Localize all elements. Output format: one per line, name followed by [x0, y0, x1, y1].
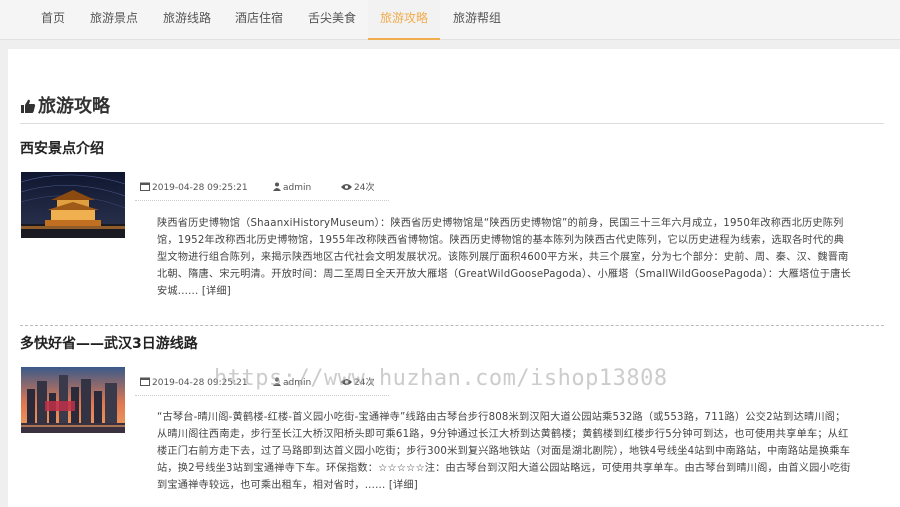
wuhan-skyline-image: [21, 367, 125, 433]
section-divider: [20, 123, 884, 124]
meta-divider: [135, 200, 389, 201]
read-more-link[interactable]: [详细]: [202, 286, 231, 297]
article-summary-text: 陕西省历史博物馆（ShaanxiHistoryMuseum）：陕西省历史博物馆是…: [157, 218, 852, 297]
thumbs-up-icon: [21, 99, 36, 113]
watermark: https://www.huzhan.com/ishop13808: [214, 366, 668, 391]
meta-divider: [135, 395, 389, 396]
nav-item-food[interactable]: 舌尖美食: [300, 0, 364, 40]
article-title[interactable]: 西安景点介绍: [20, 138, 104, 158]
xian-drum-tower-image: [21, 172, 125, 238]
nav-item-hotels[interactable]: 酒店住宿: [227, 0, 291, 40]
nav-item-travel-guides[interactable]: 旅游攻略: [368, 0, 440, 40]
calendar-icon: [140, 377, 150, 386]
nav-item-scenic-spots[interactable]: 旅游景点: [82, 0, 146, 40]
article-summary-text: “古琴台-晴川阁-黄鹤楼-红楼-首义园小吃街-宝通禅寺”线路由古琴台步行808米…: [157, 412, 851, 491]
eye-icon: [341, 184, 352, 190]
article-summary: 陕西省历史博物馆（ShaanxiHistoryMuseum）：陕西省历史博物馆是…: [157, 215, 854, 300]
top-nav: 首页 旅游景点 旅游线路 酒店住宿 舌尖美食 旅游攻略 旅游帮组: [0, 0, 900, 40]
calendar-icon: [140, 182, 150, 191]
post-views: 24次: [341, 181, 374, 195]
section-heading: 旅游攻略: [20, 95, 110, 119]
nav-item-home[interactable]: 首页: [30, 0, 76, 40]
section-title-text: 旅游攻略: [38, 96, 110, 117]
article-title[interactable]: 多快好省——武汉3日游线路: [20, 333, 198, 353]
read-more-link[interactable]: [详细]: [389, 480, 418, 491]
post-date-text: 2019-04-28 09:25:21: [152, 183, 248, 193]
article-divider: [20, 325, 884, 326]
user-icon: [273, 182, 281, 191]
post-views-text: 24次: [354, 183, 375, 193]
nav-item-travel-routes[interactable]: 旅游线路: [155, 0, 219, 40]
post-author-text: admin: [283, 183, 312, 193]
nav-item-travel-help[interactable]: 旅游帮组: [445, 0, 509, 40]
article-summary: “古琴台-晴川阁-黄鹤楼-红楼-首义园小吃街-宝通禅寺”线路由古琴台步行808米…: [157, 409, 854, 494]
article-thumbnail[interactable]: [21, 367, 125, 433]
post-date: 2019-04-28 09:25:21: [140, 181, 248, 195]
post-author: admin: [273, 181, 311, 195]
article-thumbnail[interactable]: [21, 172, 125, 238]
